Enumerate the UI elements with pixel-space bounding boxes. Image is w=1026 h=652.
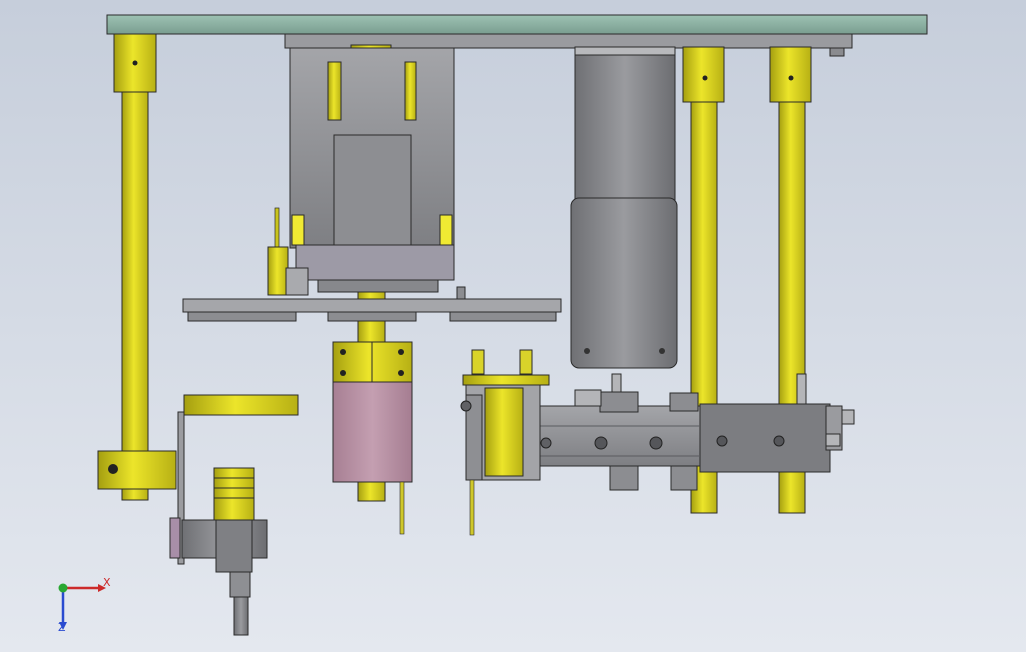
cad-graphics-viewport[interactable]: X Z [0,0,1026,652]
z-axis-label: Z [58,621,66,634]
x-axis-label: X [103,576,111,589]
press-block[interactable] [332,341,413,535]
assembly-model-view[interactable] [0,0,1026,652]
motor-housing[interactable] [289,47,455,293]
sliding-carriage[interactable] [460,349,552,536]
vertical-guide-plate[interactable] [570,54,678,369]
camera-module[interactable] [181,467,268,636]
support-pillar-left[interactable] [113,33,157,501]
